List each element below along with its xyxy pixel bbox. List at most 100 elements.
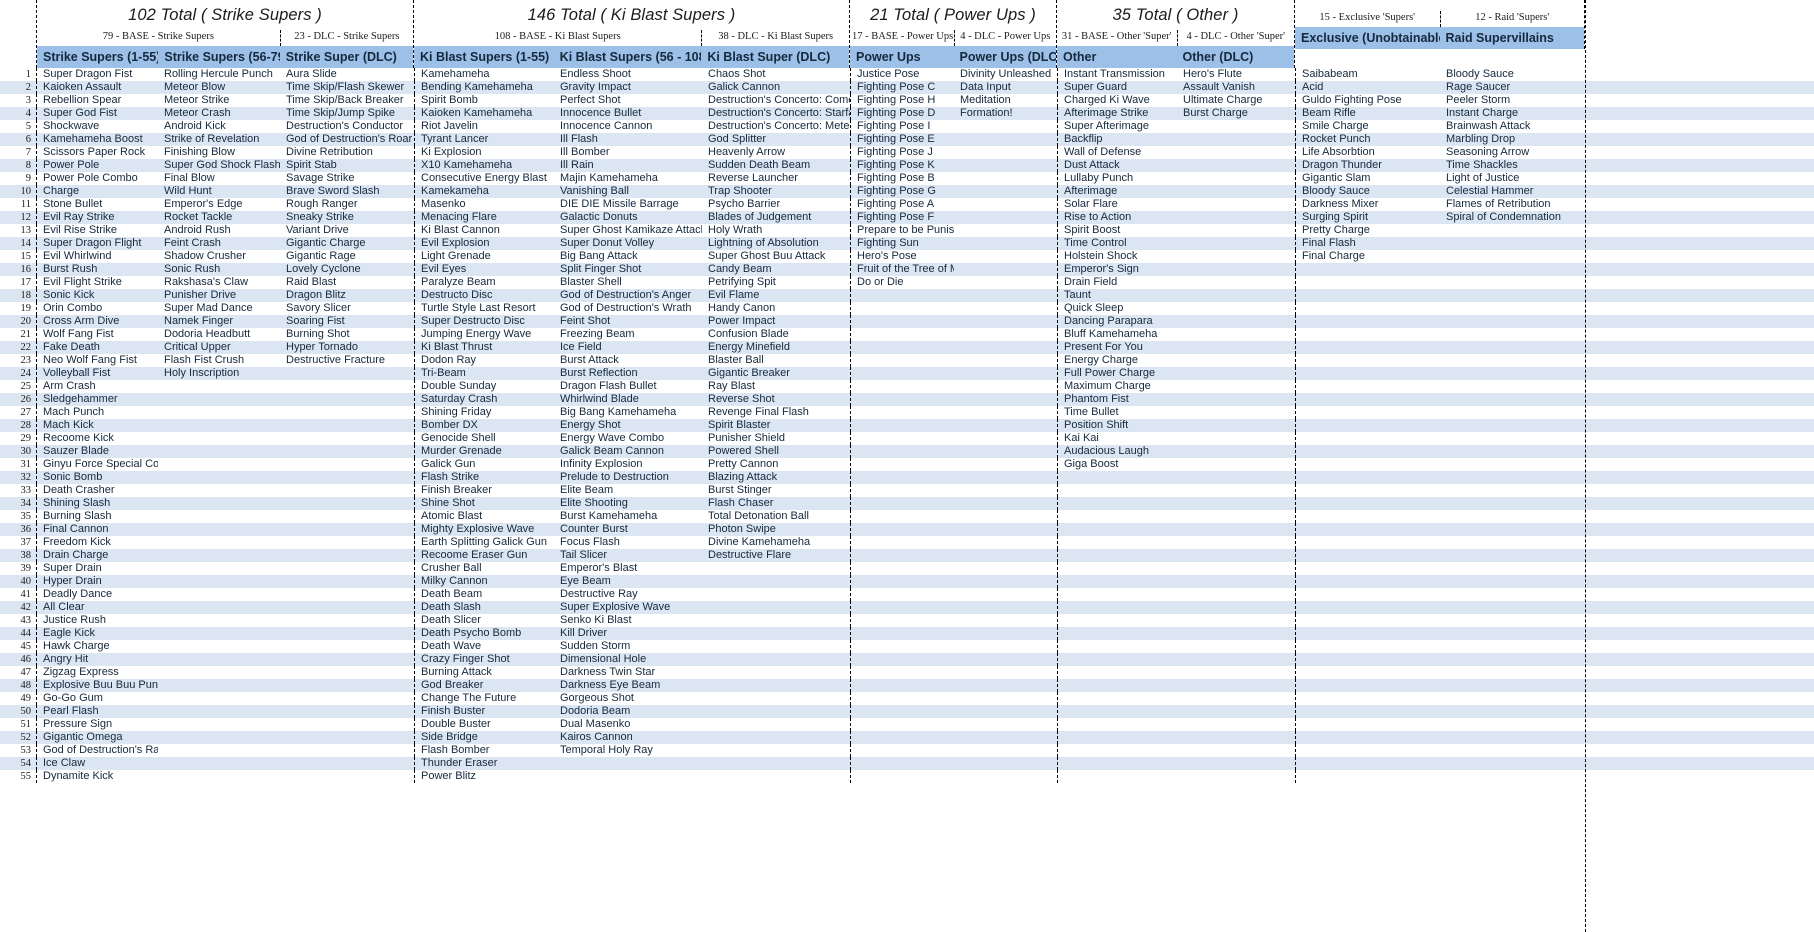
- cell-raid[interactable]: [1440, 705, 1585, 718]
- cell-strike-base-1-55[interactable]: Shining Slash: [36, 497, 158, 510]
- cell-other-dlc[interactable]: [1177, 406, 1295, 419]
- cell-exclusive[interactable]: [1295, 757, 1440, 770]
- cell-strike-dlc[interactable]: Time Skip/Flash Skewer: [280, 81, 414, 94]
- cell-raid[interactable]: Spiral of Condemnation: [1440, 211, 1585, 224]
- cell-ki-dlc[interactable]: Super Ghost Buu Attack: [702, 250, 850, 263]
- cell-power-ups-dlc[interactable]: [954, 588, 1057, 601]
- cell-other-base[interactable]: Spirit Boost: [1057, 224, 1177, 237]
- cell-power-ups-dlc[interactable]: [954, 302, 1057, 315]
- cell-ki-dlc[interactable]: Pretty Cannon: [702, 458, 850, 471]
- cell-exclusive[interactable]: Surging Spirit: [1295, 211, 1440, 224]
- cell-power-ups-base[interactable]: [850, 666, 954, 679]
- cell-power-ups-base[interactable]: [850, 406, 954, 419]
- cell-other-base[interactable]: [1057, 510, 1177, 523]
- cell-strike-base-56-79[interactable]: [158, 380, 280, 393]
- cell-power-ups-base[interactable]: Fighting Pose H: [850, 94, 954, 107]
- cell-ki-base-1-55[interactable]: God Breaker: [414, 679, 554, 692]
- cell-exclusive[interactable]: [1295, 341, 1440, 354]
- cell-other-dlc[interactable]: [1177, 523, 1295, 536]
- cell-ki-dlc[interactable]: Revenge Final Flash: [702, 406, 850, 419]
- cell-ki-dlc[interactable]: Blaster Ball: [702, 354, 850, 367]
- cell-power-ups-dlc[interactable]: [954, 354, 1057, 367]
- cell-raid[interactable]: [1440, 614, 1585, 627]
- cell-ki-dlc[interactable]: [702, 744, 850, 757]
- cell-ki-base-56-108[interactable]: Gorgeous Shot: [554, 692, 702, 705]
- cell-strike-base-56-79[interactable]: [158, 484, 280, 497]
- cell-other-base[interactable]: Emperor's Sign: [1057, 263, 1177, 276]
- cell-ki-dlc[interactable]: God Splitter: [702, 133, 850, 146]
- cell-strike-base-1-55[interactable]: All Clear: [36, 601, 158, 614]
- cell-raid[interactable]: [1440, 562, 1585, 575]
- cell-raid[interactable]: [1440, 328, 1585, 341]
- cell-other-base[interactable]: [1057, 627, 1177, 640]
- cell-ki-dlc[interactable]: Blazing Attack: [702, 471, 850, 484]
- cell-other-dlc[interactable]: [1177, 237, 1295, 250]
- cell-strike-dlc[interactable]: Destructive Fracture: [280, 354, 414, 367]
- cell-strike-dlc[interactable]: [280, 393, 414, 406]
- cell-ki-base-1-55[interactable]: Flash Bomber: [414, 744, 554, 757]
- cell-raid[interactable]: [1440, 718, 1585, 731]
- cell-power-ups-base[interactable]: [850, 497, 954, 510]
- cell-strike-base-1-55[interactable]: Sonic Kick: [36, 289, 158, 302]
- cell-ki-base-1-55[interactable]: Bomber DX: [414, 419, 554, 432]
- cell-ki-base-56-108[interactable]: Kairos Cannon: [554, 731, 702, 744]
- cell-raid[interactable]: [1440, 315, 1585, 328]
- cell-ki-base-1-55[interactable]: Double Sunday: [414, 380, 554, 393]
- cell-exclusive[interactable]: Darkness Mixer: [1295, 198, 1440, 211]
- cell-power-ups-base[interactable]: [850, 484, 954, 497]
- cell-ki-base-56-108[interactable]: Infinity Explosion: [554, 458, 702, 471]
- cell-strike-dlc[interactable]: Burning Shot: [280, 328, 414, 341]
- cell-strike-base-56-79[interactable]: [158, 523, 280, 536]
- cell-strike-base-1-55[interactable]: Evil Ray Strike: [36, 211, 158, 224]
- cell-other-base[interactable]: [1057, 744, 1177, 757]
- cell-other-dlc[interactable]: [1177, 614, 1295, 627]
- cell-other-dlc[interactable]: [1177, 640, 1295, 653]
- cell-ki-base-1-55[interactable]: Masenko: [414, 198, 554, 211]
- cell-strike-base-1-55[interactable]: Evil Flight Strike: [36, 276, 158, 289]
- cell-exclusive[interactable]: [1295, 653, 1440, 666]
- cell-strike-base-1-55[interactable]: Volleyball Fist: [36, 367, 158, 380]
- cell-power-ups-dlc[interactable]: [954, 380, 1057, 393]
- cell-ki-base-56-108[interactable]: Innocence Bullet: [554, 107, 702, 120]
- cell-strike-dlc[interactable]: Dragon Blitz: [280, 289, 414, 302]
- cell-strike-dlc[interactable]: Time Skip/Jump Spike: [280, 107, 414, 120]
- cell-ki-dlc[interactable]: Reverse Shot: [702, 393, 850, 406]
- cell-other-dlc[interactable]: [1177, 146, 1295, 159]
- cell-strike-base-1-55[interactable]: Evil Whirlwind: [36, 250, 158, 263]
- cell-exclusive[interactable]: Saibabeam: [1295, 68, 1440, 81]
- cell-raid[interactable]: [1440, 510, 1585, 523]
- cell-strike-base-1-55[interactable]: Hyper Drain: [36, 575, 158, 588]
- cell-exclusive[interactable]: [1295, 458, 1440, 471]
- cell-power-ups-base[interactable]: [850, 692, 954, 705]
- cell-strike-dlc[interactable]: [280, 744, 414, 757]
- cell-strike-dlc[interactable]: Aura Slide: [280, 68, 414, 81]
- cell-ki-dlc[interactable]: [702, 627, 850, 640]
- cell-ki-dlc[interactable]: [702, 666, 850, 679]
- cell-raid[interactable]: Celestial Hammer: [1440, 185, 1585, 198]
- cell-power-ups-dlc[interactable]: [954, 458, 1057, 471]
- cell-exclusive[interactable]: [1295, 731, 1440, 744]
- cell-other-dlc[interactable]: [1177, 510, 1295, 523]
- cell-other-dlc[interactable]: [1177, 211, 1295, 224]
- cell-strike-base-1-55[interactable]: Freedom Kick: [36, 536, 158, 549]
- cell-power-ups-base[interactable]: [850, 354, 954, 367]
- cell-power-ups-base[interactable]: [850, 770, 954, 783]
- cell-strike-base-1-55[interactable]: God of Destruction's Rampage: [36, 744, 158, 757]
- cell-strike-base-1-55[interactable]: Power Pole Combo: [36, 172, 158, 185]
- cell-strike-dlc[interactable]: Savory Slicer: [280, 302, 414, 315]
- cell-power-ups-base[interactable]: [850, 367, 954, 380]
- cell-ki-base-1-55[interactable]: Finish Buster: [414, 705, 554, 718]
- cell-strike-dlc[interactable]: [280, 445, 414, 458]
- cell-power-ups-dlc[interactable]: [954, 692, 1057, 705]
- cell-raid[interactable]: [1440, 666, 1585, 679]
- cell-ki-base-1-55[interactable]: Earth Splitting Galick Gun: [414, 536, 554, 549]
- cell-ki-base-56-108[interactable]: Big Bang Kamehameha: [554, 406, 702, 419]
- cell-strike-base-56-79[interactable]: Emperor's Edge: [158, 198, 280, 211]
- cell-strike-base-1-55[interactable]: Pressure Sign: [36, 718, 158, 731]
- cell-power-ups-base[interactable]: Fighting Pose I: [850, 120, 954, 133]
- cell-ki-dlc[interactable]: [702, 614, 850, 627]
- cell-strike-dlc[interactable]: Brave Sword Slash: [280, 185, 414, 198]
- cell-ki-dlc[interactable]: [702, 731, 850, 744]
- cell-strike-base-56-79[interactable]: [158, 627, 280, 640]
- cell-ki-base-1-55[interactable]: Shining Friday: [414, 406, 554, 419]
